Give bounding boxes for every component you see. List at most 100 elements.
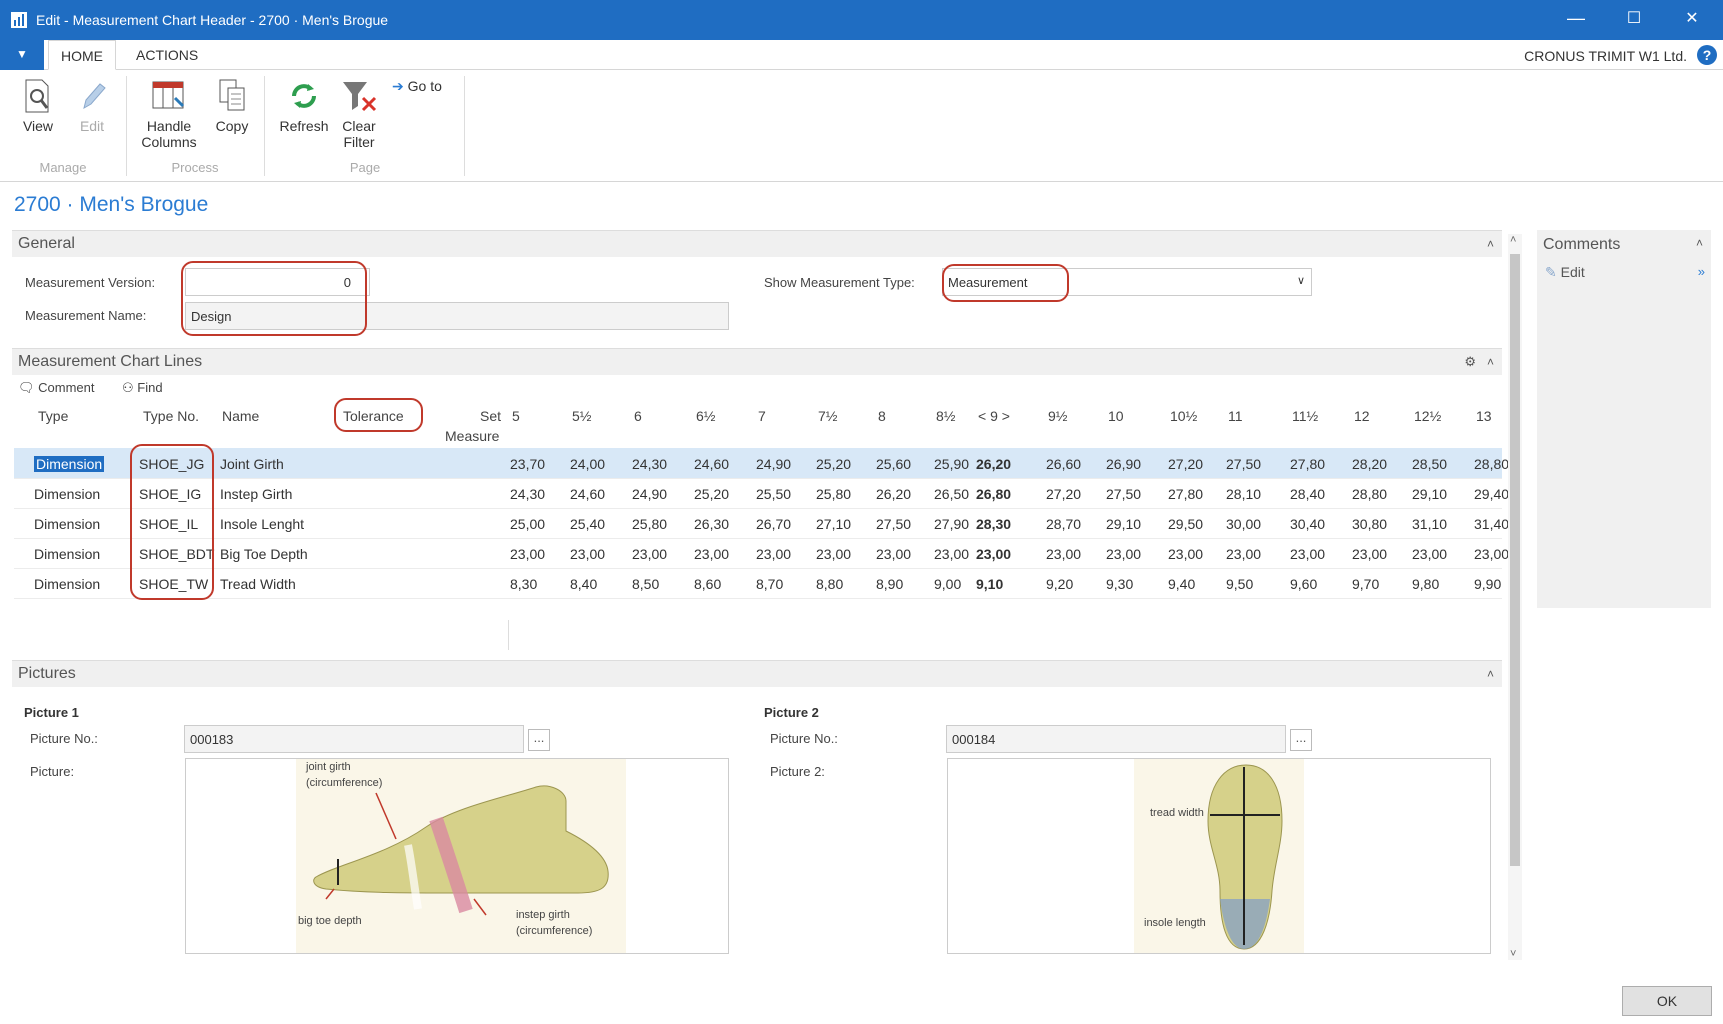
cell-measure[interactable]: 28,10 bbox=[1226, 486, 1261, 502]
cell-measure[interactable]: 9,50 bbox=[1226, 576, 1253, 592]
cell-measure[interactable]: 23,00 bbox=[976, 546, 1011, 562]
cell-measure[interactable]: 28,80 bbox=[1474, 456, 1509, 472]
cell-measure[interactable]: 23,00 bbox=[694, 546, 729, 562]
handle-columns-button[interactable]: Handle Columns bbox=[136, 78, 202, 150]
cell-measure[interactable]: 25,00 bbox=[510, 516, 545, 532]
cell-measure[interactable]: 29,40 bbox=[1474, 486, 1509, 502]
cell-measure[interactable]: 25,90 bbox=[934, 456, 969, 472]
col-header-size[interactable]: 13 bbox=[1476, 408, 1492, 424]
cell-measure[interactable]: 26,90 bbox=[1106, 456, 1141, 472]
app-menu-button[interactable]: ▼ bbox=[0, 40, 44, 70]
cell-measure[interactable]: 23,00 bbox=[632, 546, 667, 562]
cell-measure[interactable]: 9,40 bbox=[1168, 576, 1195, 592]
tab-home[interactable]: HOME bbox=[48, 40, 116, 70]
general-section-header[interactable]: General ˄ bbox=[12, 230, 1502, 257]
cell-name[interactable]: Tread Width bbox=[220, 576, 296, 592]
cell-measure[interactable]: 31,10 bbox=[1412, 516, 1447, 532]
cell-name[interactable]: Joint Girth bbox=[220, 456, 284, 472]
close-button[interactable]: ✕ bbox=[1672, 8, 1712, 28]
cell-measure[interactable]: 23,00 bbox=[876, 546, 911, 562]
cell-measure[interactable]: 28,70 bbox=[1046, 516, 1081, 532]
cell-measure[interactable]: 28,40 bbox=[1290, 486, 1325, 502]
picture2-no-input[interactable]: 000184 bbox=[946, 725, 1286, 753]
cell-measure[interactable]: 8,50 bbox=[632, 576, 659, 592]
collapse-icon[interactable]: ˄ bbox=[1487, 349, 1494, 375]
clear-filter-button[interactable]: Clear Filter bbox=[336, 78, 382, 150]
cell-measure[interactable]: 25,50 bbox=[756, 486, 791, 502]
cell-name[interactable]: Big Toe Depth bbox=[220, 546, 308, 562]
cell-type[interactable]: Dimension bbox=[34, 576, 100, 592]
cell-measure[interactable]: 9,70 bbox=[1352, 576, 1379, 592]
collapse-icon[interactable]: ˄ bbox=[1696, 236, 1703, 250]
collapse-icon[interactable]: ˄ bbox=[1487, 661, 1494, 687]
cell-measure[interactable]: 26,80 bbox=[976, 486, 1011, 502]
cell-measure[interactable]: 24,60 bbox=[694, 456, 729, 472]
cell-measure[interactable]: 26,50 bbox=[934, 486, 969, 502]
cell-measure[interactable]: 25,20 bbox=[694, 486, 729, 502]
cell-measure[interactable]: 28,50 bbox=[1412, 456, 1447, 472]
pictures-section-header[interactable]: Pictures ˄ bbox=[12, 660, 1502, 687]
cell-measure[interactable]: 27,50 bbox=[1106, 486, 1141, 502]
col-header-measure[interactable]: Measure bbox=[445, 428, 499, 444]
cell-measure[interactable]: 9,20 bbox=[1046, 576, 1073, 592]
cell-measure[interactable]: 23,00 bbox=[570, 546, 605, 562]
cell-measure[interactable]: 8,90 bbox=[876, 576, 903, 592]
col-header-size[interactable]: 10 bbox=[1108, 408, 1124, 424]
comments-edit-button[interactable]: ✎ Edit bbox=[1545, 264, 1585, 281]
settings-icon[interactable]: ⚙ bbox=[1464, 349, 1476, 375]
cell-measure[interactable]: 23,00 bbox=[510, 546, 545, 562]
col-header-size[interactable]: 10½ bbox=[1170, 408, 1197, 424]
cell-measure[interactable]: 25,40 bbox=[570, 516, 605, 532]
cell-measure[interactable]: 27,10 bbox=[816, 516, 851, 532]
cell-measure[interactable]: 25,80 bbox=[632, 516, 667, 532]
find-button[interactable]: ⚇ Find bbox=[122, 380, 163, 396]
picture1-lookup-button[interactable]: ... bbox=[528, 729, 550, 751]
cell-measure[interactable]: 23,00 bbox=[816, 546, 851, 562]
cell-measure[interactable]: 23,00 bbox=[934, 546, 969, 562]
col-header-type[interactable]: Type bbox=[38, 408, 68, 424]
cell-measure[interactable]: 27,20 bbox=[1046, 486, 1081, 502]
refresh-button[interactable]: Refresh bbox=[276, 78, 332, 134]
cell-measure[interactable]: 9,30 bbox=[1106, 576, 1133, 592]
cell-measure[interactable]: 27,50 bbox=[1226, 456, 1261, 472]
cell-measure[interactable]: 27,80 bbox=[1168, 486, 1203, 502]
cell-measure[interactable]: 25,60 bbox=[876, 456, 911, 472]
cell-measure[interactable]: 30,40 bbox=[1290, 516, 1325, 532]
cell-measure[interactable]: 9,80 bbox=[1412, 576, 1439, 592]
company-name[interactable]: CRONUS TRIMIT W1 Ltd. bbox=[1524, 48, 1687, 64]
scroll-up-icon[interactable]: ˄ bbox=[1510, 234, 1516, 246]
col-header-size[interactable]: 7½ bbox=[818, 408, 837, 424]
col-header-size[interactable]: 7 bbox=[758, 408, 766, 424]
goto-button[interactable]: ➔ Go to bbox=[392, 78, 452, 94]
cell-measure[interactable]: 29,50 bbox=[1168, 516, 1203, 532]
cell-measure[interactable]: 29,10 bbox=[1106, 516, 1141, 532]
cell-measure[interactable]: 27,20 bbox=[1168, 456, 1203, 472]
col-header-size[interactable]: 11½ bbox=[1292, 408, 1318, 424]
cell-name[interactable]: Insole Lenght bbox=[220, 516, 304, 532]
cell-measure[interactable]: 24,30 bbox=[510, 486, 545, 502]
cell-measure[interactable]: 27,90 bbox=[934, 516, 969, 532]
cell-measure[interactable]: 8,80 bbox=[816, 576, 843, 592]
cell-type[interactable]: Dimension bbox=[34, 456, 105, 472]
cell-name[interactable]: Instep Girth bbox=[220, 486, 292, 502]
cell-type[interactable]: Dimension bbox=[34, 546, 100, 562]
copy-button[interactable]: Copy bbox=[210, 78, 254, 134]
cell-measure[interactable]: 9,90 bbox=[1474, 576, 1501, 592]
ok-button[interactable]: OK bbox=[1622, 986, 1712, 1016]
cell-measure[interactable]: 9,60 bbox=[1290, 576, 1317, 592]
cell-measure[interactable]: 26,30 bbox=[694, 516, 729, 532]
cell-measure[interactable]: 24,90 bbox=[632, 486, 667, 502]
cell-type[interactable]: Dimension bbox=[34, 486, 100, 502]
cell-measure[interactable]: 30,00 bbox=[1226, 516, 1261, 532]
lines-section-header[interactable]: Measurement Chart Lines ⚙ ˄ bbox=[12, 348, 1502, 375]
cell-measure[interactable]: 27,50 bbox=[876, 516, 911, 532]
cell-measure[interactable]: 23,00 bbox=[1106, 546, 1141, 562]
cell-measure[interactable]: 8,40 bbox=[570, 576, 597, 592]
cell-measure[interactable]: 31,40 bbox=[1474, 516, 1509, 532]
cell-measure[interactable]: 28,80 bbox=[1352, 486, 1387, 502]
cell-measure[interactable]: 23,00 bbox=[1474, 546, 1509, 562]
cell-measure[interactable]: 30,80 bbox=[1352, 516, 1387, 532]
maximize-button[interactable]: ☐ bbox=[1614, 8, 1654, 28]
tab-actions[interactable]: ACTIONS bbox=[124, 40, 210, 70]
cell-measure[interactable]: 28,30 bbox=[976, 516, 1011, 532]
